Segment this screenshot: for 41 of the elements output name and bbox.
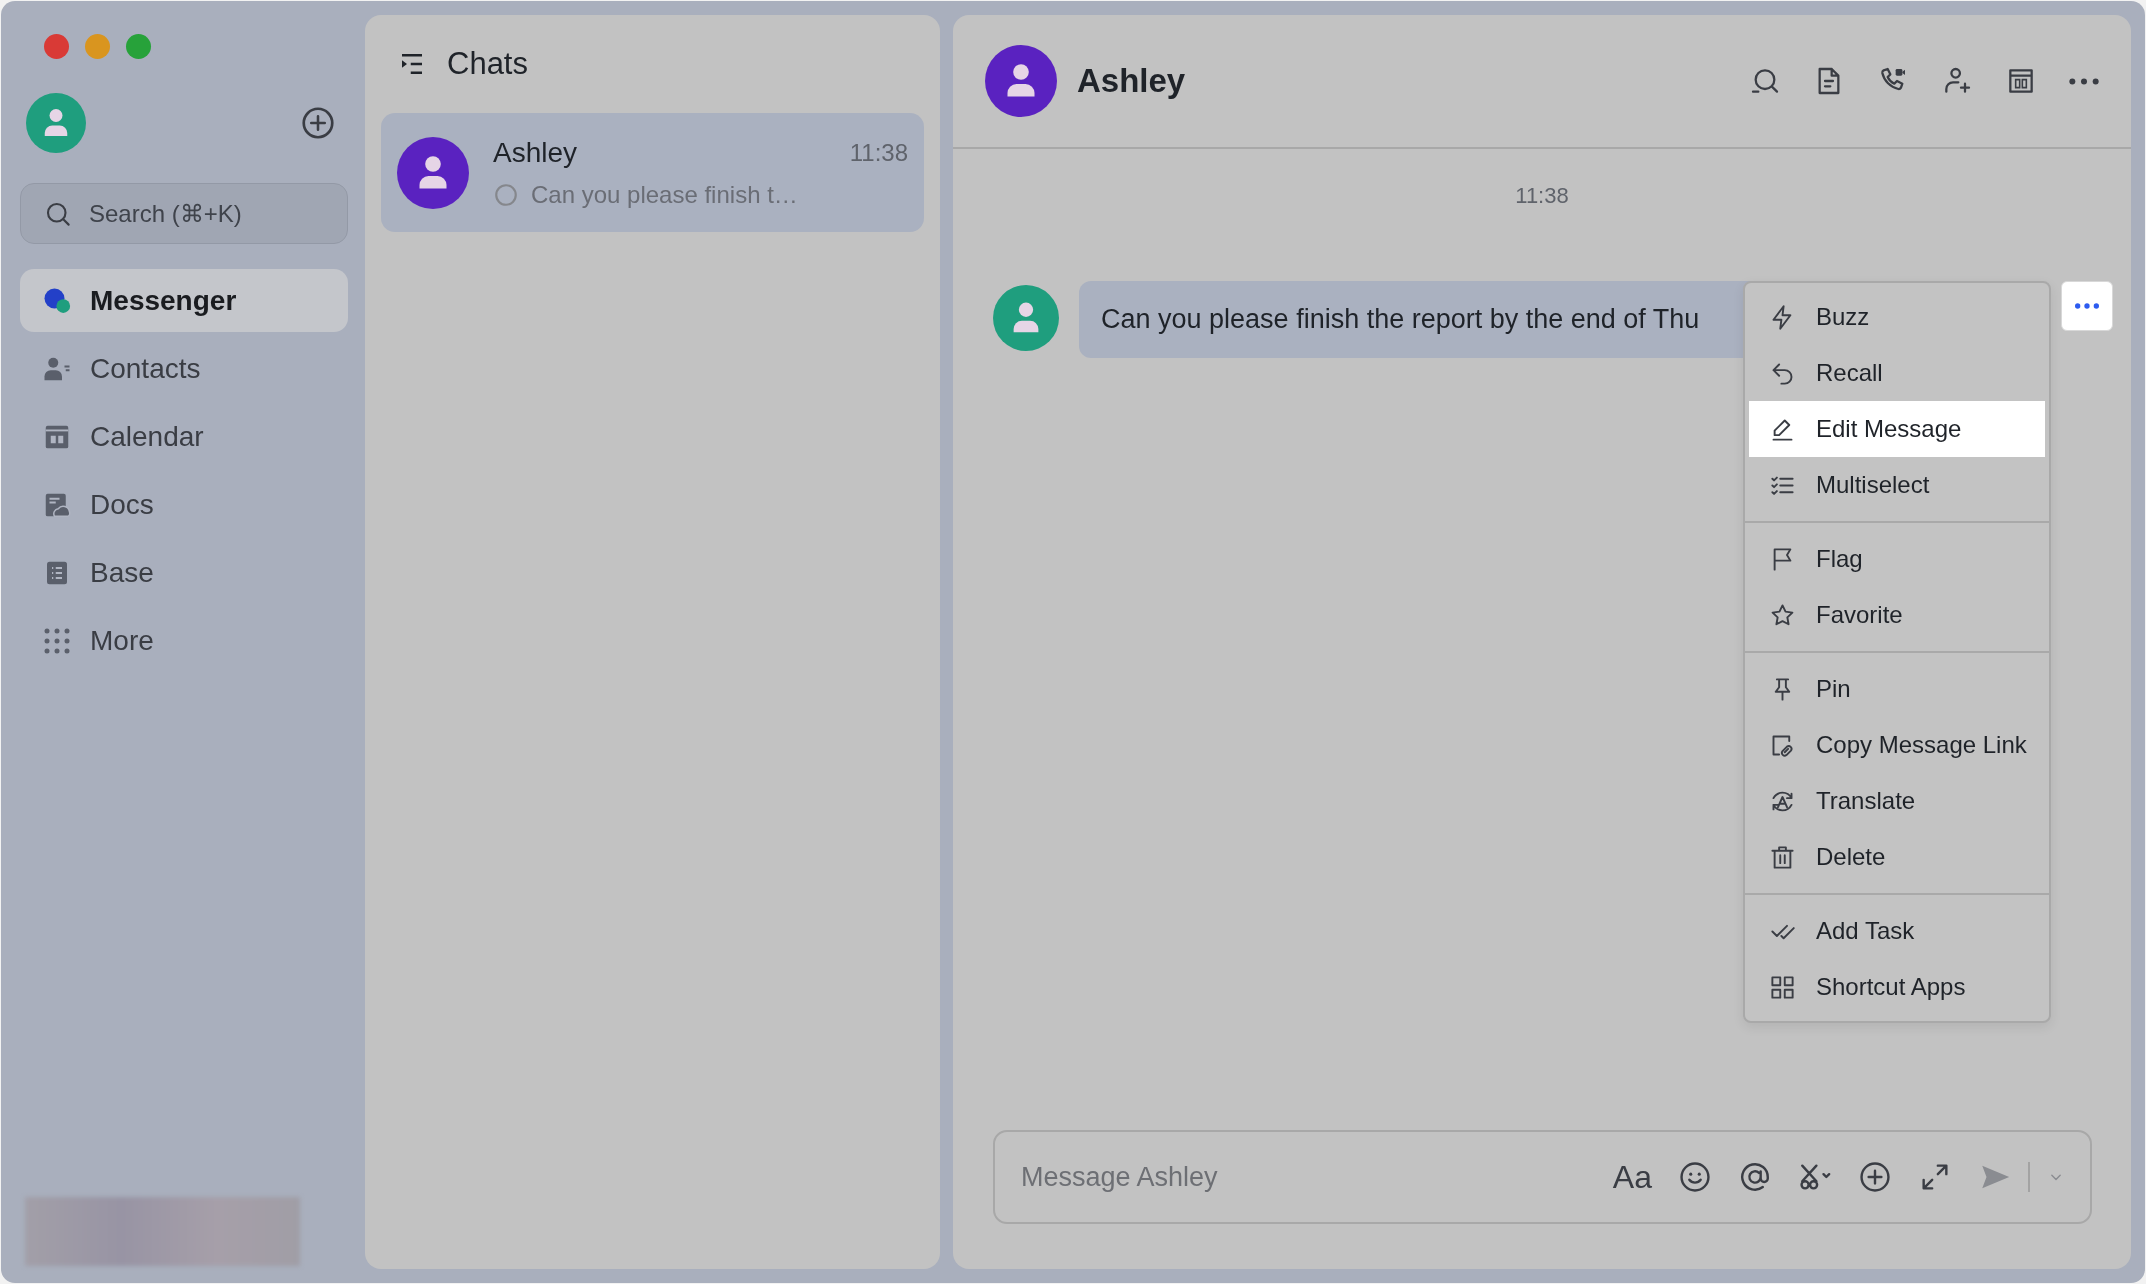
- menu-item[interactable]: Copy Message Link: [1749, 717, 2045, 773]
- more-options-button[interactable]: [2061, 281, 2113, 331]
- grid-icon: [1769, 973, 1796, 1001]
- message-input[interactable]: Message Ashley: [1019, 1160, 1613, 1194]
- message-timestamp: 11:38: [1514, 183, 1570, 209]
- nav-item[interactable]: Base: [20, 541, 348, 604]
- menu-item[interactable]: Shortcut Apps: [1749, 959, 2045, 1015]
- chat-title: Ashley: [1077, 62, 1187, 100]
- mention-icon[interactable]: [1738, 1160, 1772, 1194]
- panel-title: Chats: [447, 46, 528, 82]
- search-input[interactable]: Search (⌘+K): [87, 198, 337, 229]
- message-time: 11:38: [849, 138, 908, 167]
- nav-item[interactable]: Contacts: [20, 337, 348, 400]
- trash-icon: [1769, 843, 1796, 871]
- nav-item[interactable]: Docs: [20, 473, 348, 536]
- menu-item[interactable]: Favorite: [1749, 587, 2045, 643]
- nav-item[interactable]: Messenger: [20, 269, 348, 332]
- format-button[interactable]: Aa: [1612, 1158, 1652, 1196]
- message-field[interactable]: Message Ashley Aa: [993, 1130, 2092, 1224]
- message-preview: Can you please finish t…: [531, 180, 798, 209]
- user-avatar: [26, 93, 86, 153]
- more-icon[interactable]: [2069, 77, 2099, 85]
- menu-item[interactable]: Flag: [1749, 531, 2045, 587]
- nav-item[interactable]: Calendar: [20, 405, 348, 468]
- status-circle-icon: [493, 181, 519, 208]
- menu-item[interactable]: Pin: [1749, 661, 2045, 717]
- menu-item[interactable]: Delete: [1749, 829, 2045, 885]
- menu-item[interactable]: Translate: [1749, 773, 2045, 829]
- add-icon[interactable]: [300, 105, 336, 141]
- nav-item[interactable]: More: [20, 609, 348, 672]
- search-field[interactable]: Search (⌘+K): [20, 183, 348, 244]
- more-icon: [2075, 303, 2099, 309]
- sender-avatar: [993, 285, 1059, 351]
- menu-item[interactable]: Add Task: [1749, 903, 2045, 959]
- menu-item[interactable]: Multiselect: [1749, 457, 2045, 513]
- emoji-icon[interactable]: [1678, 1160, 1712, 1194]
- plus-circle-icon[interactable]: [1858, 1160, 1892, 1194]
- chat-list-item[interactable]: Ashley 11:38 Can you please finish t…: [381, 113, 924, 232]
- menu-item[interactable]: Edit Message: [1749, 401, 2045, 457]
- contact-avatar: [985, 45, 1057, 117]
- contact-name: Ashley: [493, 136, 578, 169]
